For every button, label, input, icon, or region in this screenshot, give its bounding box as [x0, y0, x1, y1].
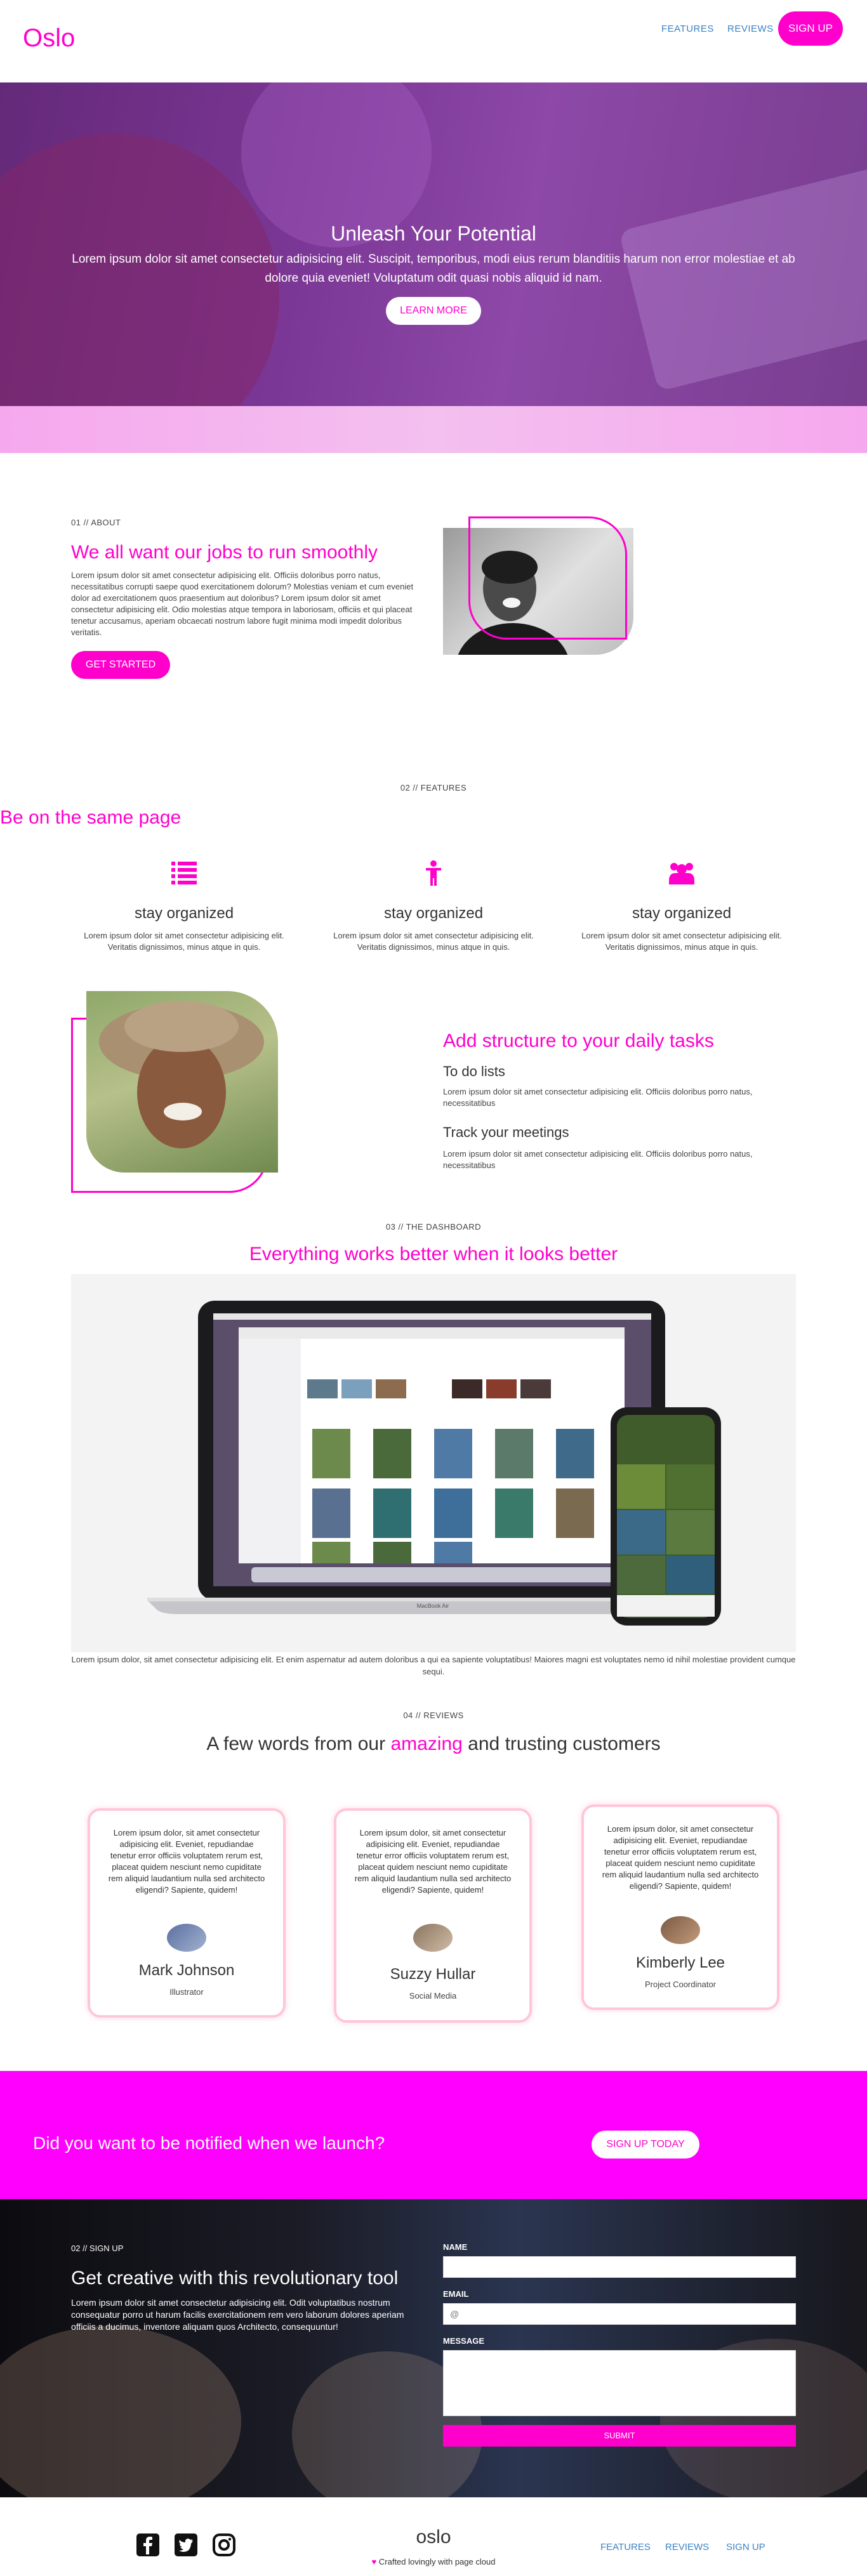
signup-background-shape: [0, 2326, 241, 2497]
reviewer-role: Project Coordinator: [645, 1980, 716, 1989]
sign-up-today-button[interactable]: SIGN UP TODAY: [592, 2131, 699, 2159]
name-label: NAME: [443, 2242, 468, 2252]
avatar: [413, 1924, 453, 1952]
reviewer-name: Suzzy Hullar: [390, 1966, 476, 1983]
reviewer-role: Illustrator: [169, 1987, 204, 1997]
nav-link-features[interactable]: FEATURES: [661, 23, 714, 34]
reviews-eyebrow: 04 // REVIEWS: [403, 1711, 464, 1720]
structure-heading: Add structure to your daily tasks: [443, 1030, 714, 1051]
review-text: Lorem ipsum dolor, sit amet consectetur …: [354, 1828, 512, 1895]
logo[interactable]: Oslo: [23, 24, 75, 53]
list-icon: [171, 862, 197, 884]
users-icon: [669, 863, 694, 884]
laptop-label: MacBook Air: [416, 1603, 449, 1609]
signup-section: [0, 2199, 867, 2497]
footer-credit-text: Crafted lovingly with page cloud: [378, 2557, 496, 2566]
about-text: Lorem ipsum dolor sit amet consectetur a…: [71, 570, 414, 637]
reviews-heading-highlight: amazing: [390, 1733, 463, 1754]
structure-text: Lorem ipsum dolor sit amet consectetur a…: [443, 1087, 753, 1108]
review-card: Lorem ipsum dolor, sit amet consectetur …: [581, 1804, 779, 2010]
devices-mockup: [147, 1301, 721, 1626]
signup-heading: Get creative with this revolutionary too…: [71, 2268, 399, 2289]
review-card: Lorem ipsum dolor, sit amet consectetur …: [334, 1808, 532, 2023]
about-eyebrow: 01 // ABOUT: [71, 518, 121, 527]
hero-section: Unleash Your Potential Lorem ipsum dolor…: [0, 82, 867, 406]
dashboard-caption: Lorem ipsum dolor, sit amet consectetur …: [71, 1655, 796, 1676]
feature-text: Lorem ipsum dolor sit amet consectetur a…: [84, 931, 284, 952]
structure-subheading: Track your meetings: [443, 1124, 569, 1140]
message-field[interactable]: [443, 2350, 796, 2416]
structure-subheading: To do lists: [443, 1063, 505, 1079]
get-started-button[interactable]: GET STARTED: [71, 651, 170, 679]
features-eyebrow: 02 // FEATURES: [400, 783, 467, 792]
signup-eyebrow: 02 // SIGN UP: [71, 2244, 124, 2253]
footer-link-features[interactable]: FEATURES: [600, 2542, 651, 2553]
smiling-woman-photo: [99, 1001, 264, 1148]
feature-title: stay organized: [134, 905, 234, 922]
reviewer-role: Social Media: [409, 1991, 457, 2001]
structure-photo: [86, 991, 278, 1173]
feature-title: stay organized: [632, 905, 732, 922]
dashboard-heading: Everything works better when it looks be…: [249, 1244, 618, 1265]
feature-title: stay organized: [383, 905, 484, 922]
feature-text: Lorem ipsum dolor sit amet consectetur a…: [333, 931, 534, 952]
top-navigation: [0, 0, 867, 82]
feature-text: Lorem ipsum dolor sit amet consectetur a…: [581, 931, 782, 952]
hero-strip: [0, 406, 867, 453]
reviews-heading-text: and trusting customers: [462, 1733, 661, 1754]
submit-button[interactable]: SUBMIT: [443, 2425, 796, 2447]
dashboard-preview: MacBook Air: [71, 1274, 796, 1652]
about-heading: We all want our jobs to run smoothly: [71, 542, 378, 563]
review-text: Lorem ipsum dolor, sit amet consectetur …: [602, 1824, 759, 1891]
name-field[interactable]: [443, 2256, 796, 2278]
nav-link-reviews[interactable]: REVIEWS: [727, 23, 774, 34]
message-label: MESSAGE: [443, 2336, 485, 2346]
reviewer-name: Kimberly Lee: [635, 1954, 725, 1971]
avatar: [661, 1916, 700, 1944]
review-card: Lorem ipsum dolor, sit amet consectetur …: [88, 1808, 286, 2018]
dashboard-eyebrow: 03 // THE DASHBOARD: [385, 1222, 482, 1232]
about-photo-frame: [468, 516, 627, 640]
footer-link-signup[interactable]: SIGN UP: [726, 2542, 765, 2553]
structure-text: Lorem ipsum dolor sit amet consectetur a…: [443, 1149, 753, 1170]
reviewer-name: Mark Johnson: [138, 1962, 235, 1979]
email-label: EMAIL: [443, 2289, 469, 2299]
person-icon: [426, 860, 441, 886]
signup-text: Lorem ipsum dolor sit amet consectetur a…: [71, 2297, 404, 2332]
review-text: Lorem ipsum dolor, sit amet consectetur …: [108, 1828, 265, 1895]
avatar: [167, 1924, 206, 1952]
email-field[interactable]: [443, 2303, 796, 2325]
heart-icon: ♥: [371, 2557, 377, 2566]
learn-more-button[interactable]: LEARN MORE: [386, 297, 481, 325]
hero-text: Lorem ipsum dolor sit amet consectetur a…: [72, 253, 795, 285]
footer-link-reviews[interactable]: REVIEWS: [665, 2542, 709, 2553]
footer-credit: ♥ Crafted lovingly with page cloud: [0, 2557, 867, 2566]
reviews-heading: A few words from our amazing and trustin…: [0, 1733, 867, 1755]
notify-heading: Did you want to be notified when we laun…: [33, 2133, 385, 2153]
signup-button[interactable]: SIGN UP: [778, 11, 843, 46]
hero-title: Unleash Your Potential: [331, 222, 536, 245]
reviews-heading-text: A few words from our: [206, 1733, 391, 1754]
features-heading: Be on the same page: [0, 807, 182, 828]
